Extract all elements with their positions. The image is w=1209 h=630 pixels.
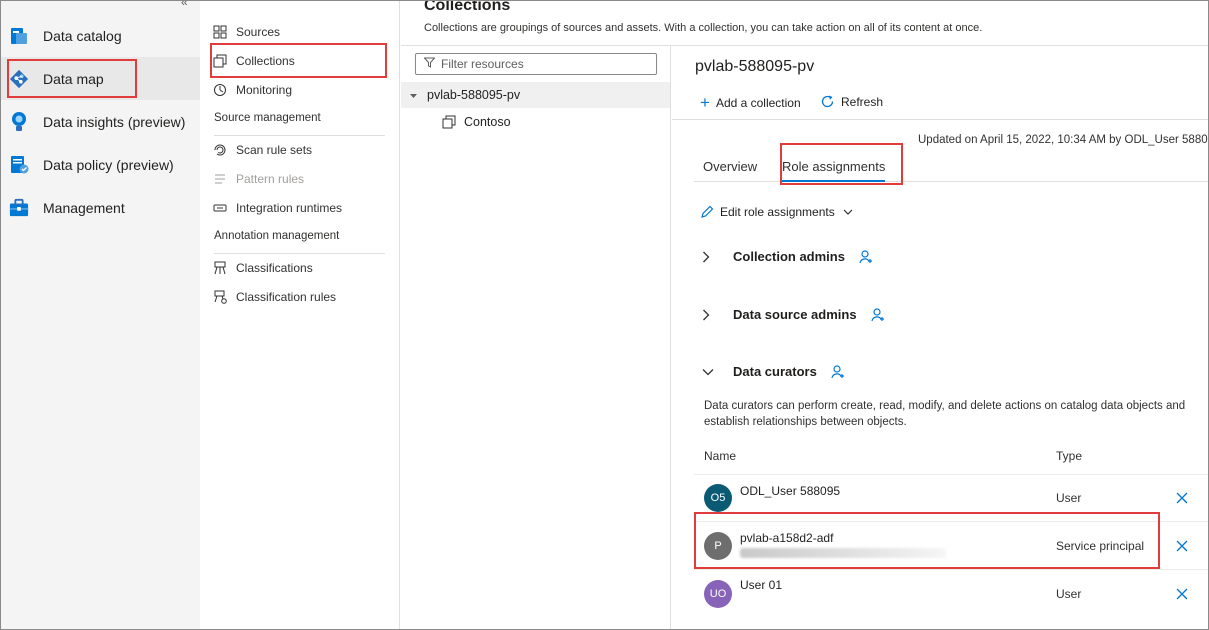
pencil-icon [700,205,714,219]
table-divider [694,521,1208,522]
row-name: pvlab-a158d2-adf [740,531,834,545]
divider [214,135,385,136]
table-divider [694,474,1208,475]
collection-title: pvlab-588095-pv [695,58,815,75]
classifications-icon [212,260,228,276]
row-name: ODL_User 588095 [740,484,841,498]
left-nav: « Data catalog Data map Data insights (p… [1,1,200,629]
subnav-item-scan-rule-sets[interactable]: Scan rule sets [212,137,312,163]
command-bar: + Add a collection Refresh [672,90,1208,120]
data-catalog-icon [9,25,29,47]
nav-item-data-map[interactable]: Data map [1,57,200,100]
details-tabs: Overview Role assignments [694,153,1208,182]
management-icon [9,197,29,219]
add-collection-button[interactable]: + Add a collection [700,94,801,111]
collapse-nav-icon[interactable]: « [181,1,188,9]
tab-role-assignments[interactable]: Role assignments [782,159,886,182]
add-person-icon[interactable] [831,364,845,379]
subnav-item-pattern-rules[interactable]: Pattern rules [212,166,304,192]
plus-icon: + [700,93,710,112]
monitoring-icon [212,82,228,98]
chevron-right-icon [702,309,714,321]
data-policy-icon [9,154,29,176]
subnav-item-monitoring[interactable]: Monitoring [212,77,292,103]
remove-icon[interactable] [1175,539,1189,553]
integration-runtime-icon [212,200,228,216]
refresh-icon [820,94,835,109]
refresh-button[interactable]: Refresh [820,94,883,109]
remove-icon[interactable] [1175,587,1189,601]
chevron-right-icon [702,251,714,263]
data-map-icon [9,68,29,90]
subnav-item-integration-runtimes[interactable]: Integration runtimes [212,195,342,221]
remove-icon[interactable] [1175,491,1189,505]
filter-resources-input[interactable]: Filter resources [415,53,657,75]
redacted-id [740,548,946,558]
page-subtitle: Collections are groupings of sources and… [424,22,983,34]
row-type: Service principal [1056,539,1145,553]
avatar: O5 [704,484,732,512]
annotation-management-heading: Annotation management [214,230,340,242]
avatar: UO [704,580,732,608]
section-data-curators[interactable]: Data curators [702,364,845,379]
chevron-down-icon [702,368,714,376]
collection-icon [442,115,456,129]
subnav-item-sources[interactable]: Sources [212,19,280,45]
row-name: User 01 [740,578,783,592]
source-management-heading: Source management [214,112,321,124]
tree-node-contoso[interactable]: Contoso [401,109,670,135]
avatar: P [704,532,732,560]
tab-overview[interactable]: Overview [703,159,757,174]
nav-item-data-insights[interactable]: Data insights (preview) [1,100,200,143]
nav-item-data-catalog[interactable]: Data catalog [1,14,200,57]
subnav-item-classifications[interactable]: Classifications [212,255,313,281]
data-insights-icon [9,111,29,133]
pattern-rules-icon [212,171,228,187]
page-title: Collections [424,0,511,14]
nav-item-management[interactable]: Management [1,186,200,229]
section-collection-admins[interactable]: Collection admins [702,249,873,264]
nav-item-data-policy[interactable]: Data policy (preview) [1,143,200,186]
collection-tree-panel: Filter resources pvlab-588095-pv Contoso [401,46,671,629]
caret-down-icon[interactable] [410,92,417,99]
collection-details-panel: pvlab-588095-pv + Add a collection Refre… [672,46,1209,629]
data-map-subnav: Sources Collections Monitoring Source ma… [200,1,400,629]
row-type: User [1056,491,1082,505]
column-header-name: Name [704,449,737,463]
chevron-down-icon [843,209,853,215]
divider [214,253,385,254]
app-window: « Data catalog Data map Data insights (p… [0,0,1209,630]
tree-node-root[interactable]: pvlab-588095-pv [401,82,670,108]
classification-rules-icon [212,289,228,305]
filter-icon [423,57,436,71]
add-person-icon[interactable] [859,249,873,264]
column-header-type: Type [1056,449,1083,463]
row-type: User [1056,587,1082,601]
collections-icon [212,53,228,69]
data-curators-description: Data curators can perform create, read, … [704,400,1186,428]
subnav-item-classification-rules[interactable]: Classification rules [212,284,336,310]
add-person-icon[interactable] [870,307,885,322]
subnav-item-collections[interactable]: Collections [212,48,295,74]
edit-role-assignments-button[interactable]: Edit role assignments [700,205,853,219]
scan-icon [212,142,228,158]
updated-info: Updated on April 15, 2022, 10:34 AM by O… [918,134,1209,146]
section-data-source-admins[interactable]: Data source admins [702,307,885,322]
table-divider [694,569,1208,570]
sources-icon [212,24,228,40]
